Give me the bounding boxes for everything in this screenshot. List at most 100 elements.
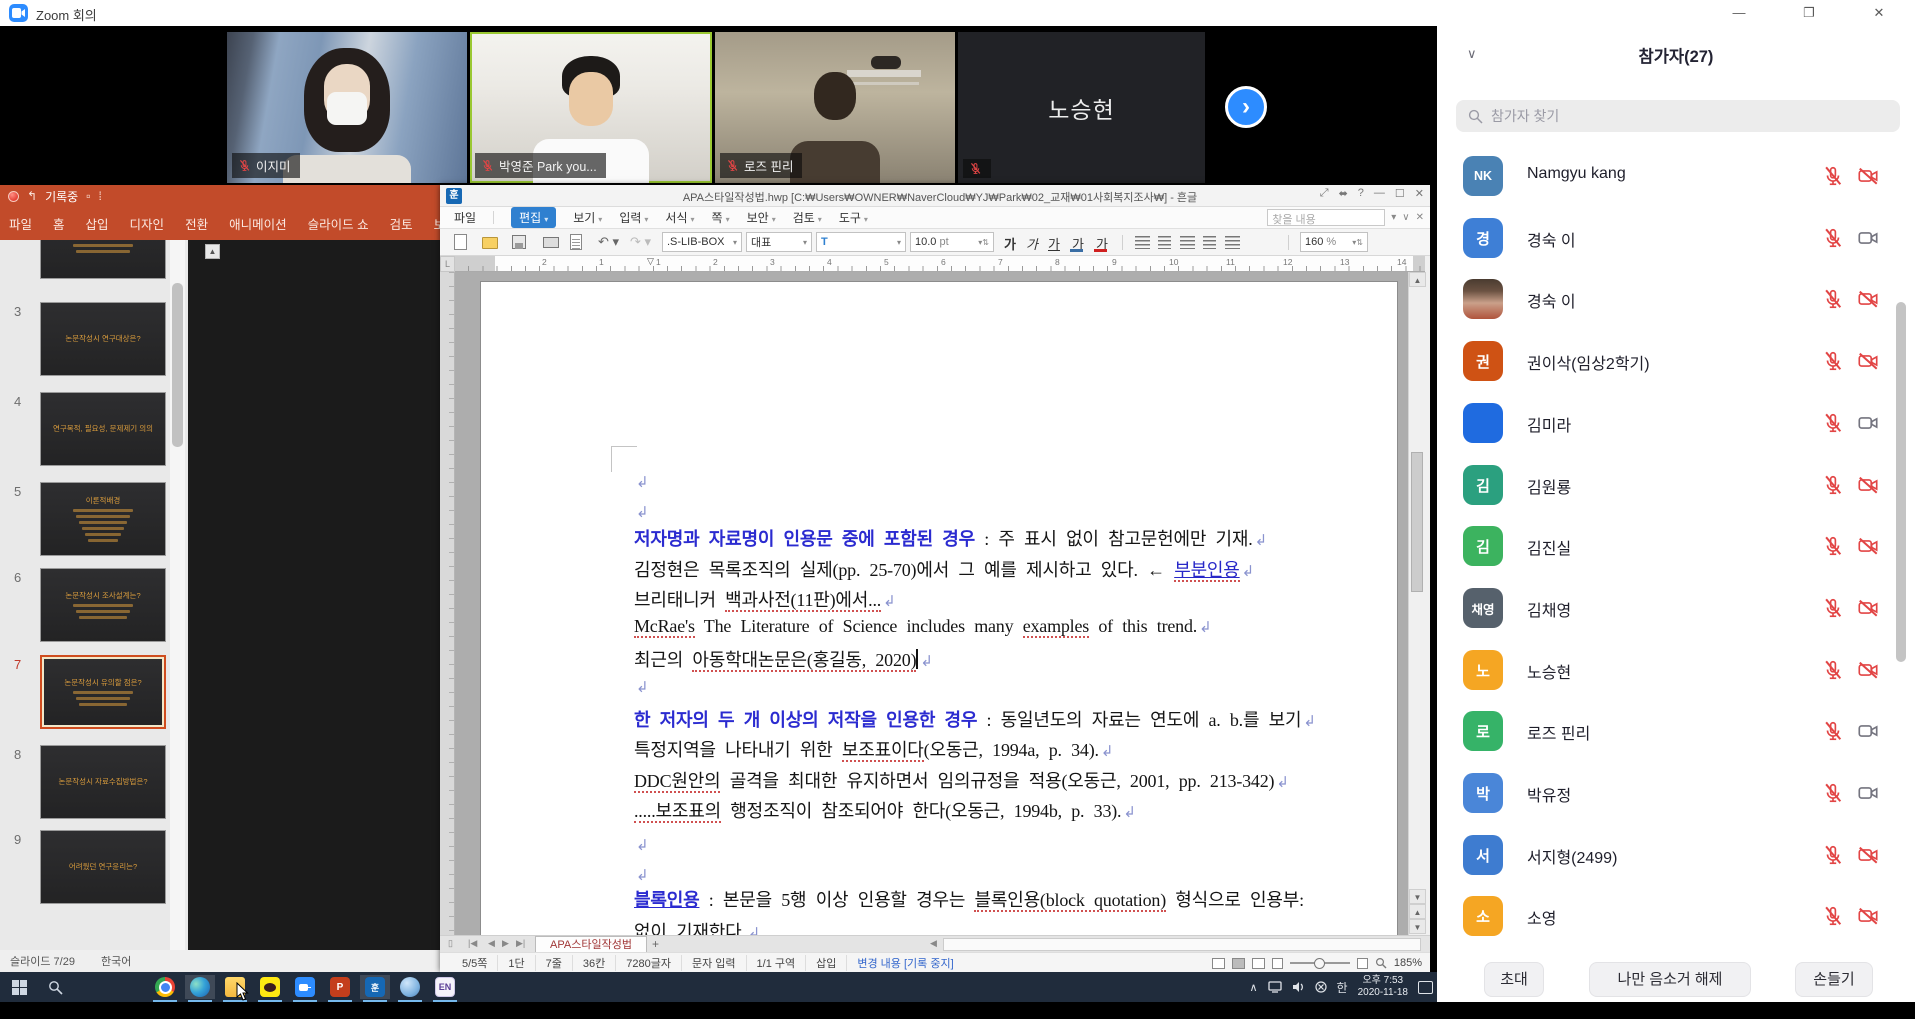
slide-thumbnail[interactable]: 이론적배경	[40, 482, 166, 556]
ppt-tab-검토[interactable]: 검토	[390, 214, 413, 233]
zoom-out-icon[interactable]	[1272, 958, 1283, 969]
edge-taskbar-icon[interactable]	[185, 975, 215, 999]
endnote-taskbar-icon[interactable]: EN	[430, 975, 460, 999]
more-participants-button[interactable]: ›	[1225, 86, 1267, 128]
find-input[interactable]: 찾을 내용	[1267, 209, 1385, 226]
indent-marker[interactable]: ▽	[647, 256, 654, 267]
horizontal-scrollbar[interactable]	[943, 938, 1421, 951]
vertical-scrollbar[interactable]: ▲ ▼ ▲ ▼	[1408, 272, 1425, 935]
scroll-up-button[interactable]: ▲	[205, 244, 220, 259]
participant-row[interactable]: 박박유정	[1437, 770, 1915, 820]
align-right-icon[interactable]	[1203, 236, 1216, 249]
language-indicator[interactable]: 한국어	[101, 953, 131, 969]
scrollbar-thumb[interactable]	[172, 283, 183, 447]
camera-off-button[interactable]	[1857, 165, 1879, 192]
camera-off-button[interactable]	[1857, 350, 1879, 377]
scrollbar-thumb[interactable]	[1411, 452, 1423, 592]
mic-muted-button[interactable]	[1822, 659, 1844, 686]
slide-thumbnail[interactable]: 논문작성시 유의할 점은?	[40, 655, 166, 729]
first-tab-icon[interactable]: |◀	[468, 938, 477, 949]
mic-muted-button[interactable]	[1822, 227, 1844, 254]
ppt-tab-디자인[interactable]: 디자인	[130, 214, 165, 233]
slide-thumbnail[interactable]: 논문작성시 조사설계는?	[40, 568, 166, 642]
fullscreen-icon[interactable]: ⤢	[1320, 187, 1329, 200]
close-button[interactable]: ✕	[1856, 0, 1902, 26]
camera-off-button[interactable]	[1857, 659, 1879, 686]
zoom-slider[interactable]	[1290, 962, 1350, 964]
align-justify-icon[interactable]	[1135, 236, 1150, 249]
slide-thumbnail[interactable]: 연구목적, 필요성, 문제제기 의의	[40, 392, 166, 466]
restore-button[interactable]: ❐	[1786, 0, 1832, 26]
add-tab-button[interactable]: +	[652, 937, 659, 951]
participant-list-scrollbar[interactable]	[1896, 302, 1906, 662]
volume-icon[interactable]	[1292, 981, 1305, 993]
camera-off-button[interactable]	[1857, 535, 1879, 562]
chrome-taskbar-icon[interactable]	[150, 975, 180, 999]
minimize-button[interactable]: —	[1716, 0, 1762, 26]
unmute-me-button[interactable]: 나만 음소거 해제	[1589, 962, 1751, 997]
align-center-icon[interactable]	[1180, 236, 1195, 249]
new-document-icon[interactable]	[454, 234, 467, 250]
action-center-icon[interactable]	[1418, 981, 1433, 994]
participant-row[interactable]: 김김원룡	[1437, 462, 1915, 512]
participant-row[interactable]: 서서지형(2499)	[1437, 832, 1915, 882]
quick-access-more-icon[interactable]: ⁞	[98, 189, 101, 203]
horizontal-ruler[interactable]: ▽ 211234567891011121314	[455, 256, 1425, 272]
camera-off-button[interactable]	[1857, 597, 1879, 624]
kakaotalk-taskbar-icon[interactable]	[255, 975, 285, 999]
zoom-lens-icon[interactable]	[1375, 957, 1387, 969]
tray-app-icon[interactable]	[1315, 981, 1327, 993]
hwp-menu-검토[interactable]: 검토▾	[793, 209, 822, 226]
print-icon[interactable]	[543, 237, 559, 248]
slide-thumbnail[interactable]: 논문작성시 연구대상은?	[40, 302, 166, 376]
find-dropdown-icon[interactable]: ▾	[1391, 212, 1396, 223]
zoom-taskbar-icon[interactable]	[290, 975, 320, 999]
status-zoom-value[interactable]: 185%	[1394, 957, 1422, 969]
align-distribute-icon[interactable]	[1225, 236, 1240, 249]
video-tile[interactable]: 박영준 Park you...	[470, 32, 712, 183]
hwp-close-button[interactable]: ✕	[1415, 187, 1424, 200]
mic-muted-button[interactable]	[1822, 350, 1844, 377]
hwp-menu-편집[interactable]: 편집▾	[511, 207, 556, 228]
tray-expand-icon[interactable]: ∧	[1249, 981, 1257, 994]
save-icon[interactable]: ▫	[86, 189, 90, 203]
window-switch-icon[interactable]: ⬌	[1339, 187, 1348, 200]
page-down-button[interactable]: ▼	[1409, 919, 1426, 934]
mic-muted-button[interactable]	[1822, 412, 1844, 439]
scroll-down-button[interactable]: ▼	[1409, 889, 1426, 904]
participant-row[interactable]: 경경숙 이	[1437, 215, 1915, 265]
hwp-menu-보기[interactable]: 보기▾	[573, 209, 602, 226]
mic-muted-button[interactable]	[1822, 288, 1844, 315]
search-icon[interactable]	[40, 975, 70, 999]
ime-indicator[interactable]: 한	[1337, 979, 1348, 996]
change-tracking-status[interactable]: 변경 내용 [기록 중지]	[847, 955, 963, 971]
participant-row[interactable]: 로로즈 핀리	[1437, 708, 1915, 758]
mic-muted-button[interactable]	[1822, 597, 1844, 624]
camera-off-button[interactable]	[1857, 288, 1879, 315]
align-left-icon[interactable]	[1158, 236, 1171, 249]
hscroll-left-icon[interactable]: ◀	[930, 938, 937, 949]
ppt-tab-애니메이션[interactable]: 애니메이션	[229, 214, 287, 233]
font-size-stepper[interactable]: 10.0 pt▾⇅	[910, 232, 994, 252]
font-combo[interactable]: T▾	[816, 232, 906, 252]
hwp-menu-파일[interactable]: 파일	[454, 209, 476, 226]
slide-thumbnail[interactable]: 논문작성시 주제선정에 어려운점은?	[40, 240, 166, 279]
vertical-ruler[interactable]	[440, 272, 455, 935]
view-mode-icon[interactable]	[1252, 958, 1265, 969]
zoom-stepper[interactable]: 160 %▾⇅	[1300, 232, 1368, 252]
hwp-menu-보안[interactable]: 보안▾	[747, 209, 776, 226]
bold-button[interactable]: 가	[1004, 234, 1016, 251]
slide-thumbnail[interactable]: 어려웠던 연구윤리는?	[40, 830, 166, 904]
participant-row[interactable]: 채영김채영	[1437, 585, 1915, 635]
document-tab[interactable]: APA스타일작성법	[535, 936, 647, 953]
mic-muted-button[interactable]	[1822, 905, 1844, 932]
view-mode-icon[interactable]	[1212, 958, 1225, 969]
open-icon[interactable]	[482, 237, 498, 249]
next-tab-icon[interactable]: ▶	[502, 938, 509, 949]
find-close-icon[interactable]: ✕	[1416, 212, 1424, 223]
preview-icon[interactable]	[570, 234, 582, 250]
font-color-button[interactable]: 가	[1096, 234, 1108, 251]
clock[interactable]: 오후 7:53 2020-11-18	[1358, 975, 1408, 1000]
find-next-icon[interactable]: ∨	[1402, 212, 1409, 223]
video-tile[interactable]: 노승현	[958, 32, 1205, 183]
